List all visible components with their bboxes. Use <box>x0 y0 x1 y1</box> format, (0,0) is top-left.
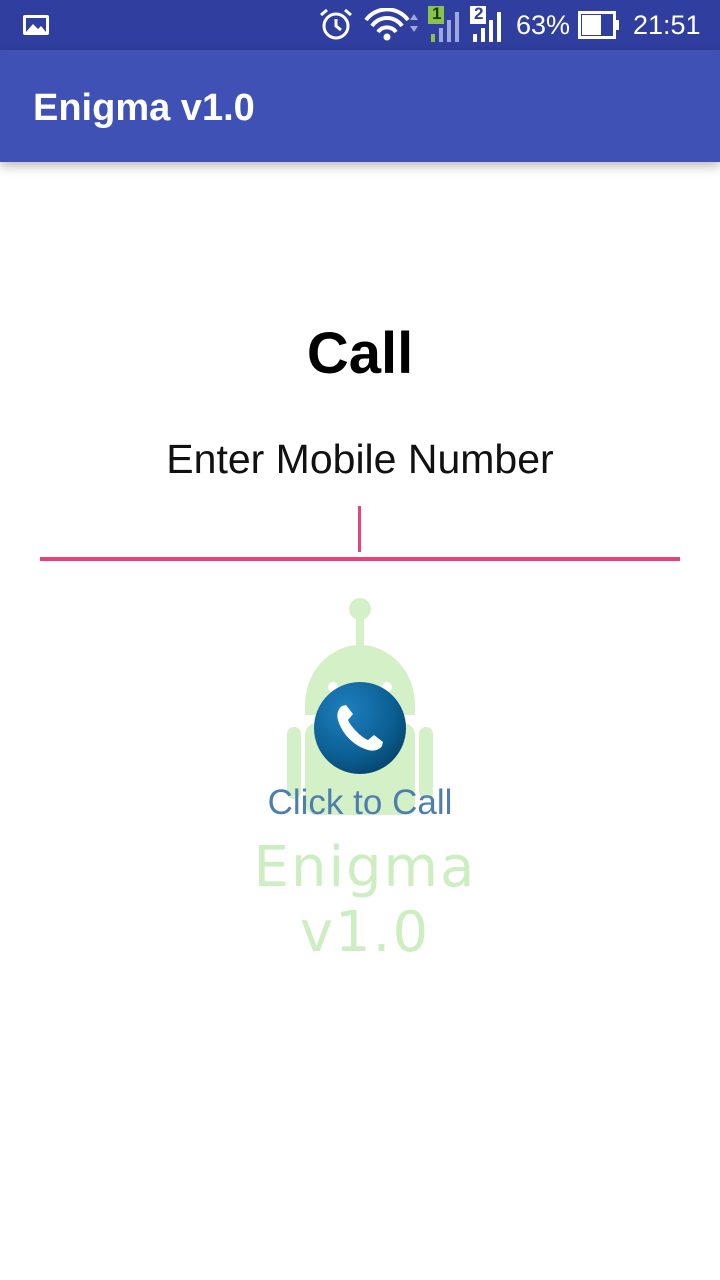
wifi-icon <box>364 8 418 41</box>
app-title: Enigma v1.0 <box>33 87 255 129</box>
sim2-label: 2 <box>474 4 484 23</box>
gallery-icon <box>23 15 49 35</box>
page-heading: Call <box>306 321 414 386</box>
text-cursor <box>358 506 361 552</box>
status-bar: 1 2 63% 21:51 <box>0 0 720 50</box>
app-bar: Enigma v1.0 <box>0 50 720 162</box>
input-underline <box>40 557 680 561</box>
click-to-call-link[interactable]: Click to Call <box>0 783 720 823</box>
mobile-number-label: Enter Mobile Number <box>166 436 554 482</box>
call-button-icon[interactable] <box>312 680 408 776</box>
clock: 21:51 <box>633 10 701 40</box>
mobile-number-field-container <box>40 500 680 562</box>
battery-icon <box>578 11 619 39</box>
battery-percent: 63% <box>516 10 571 40</box>
sim1-label: 1 <box>432 4 442 23</box>
alarm-icon <box>320 8 352 40</box>
watermark-text: Enigma v1.0 <box>253 835 477 965</box>
